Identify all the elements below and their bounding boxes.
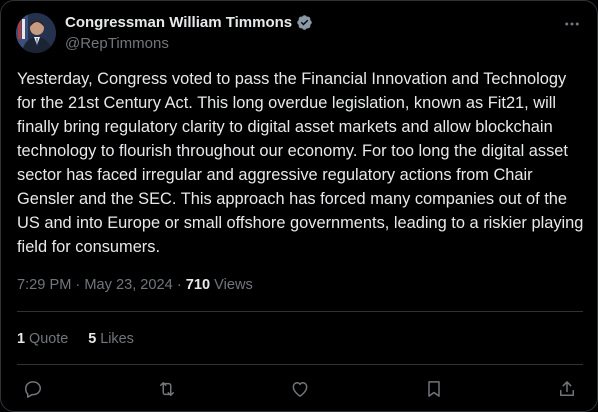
author-name-text[interactable]: Congressman William Timmons	[65, 14, 292, 31]
tweet-text: Yesterday, Congress voted to pass the Fi…	[17, 70, 584, 256]
tweet-card: Congressman William Timmons @RepTimmons …	[0, 0, 598, 412]
reply-icon[interactable]	[21, 377, 45, 401]
avatar[interactable]	[16, 13, 56, 53]
author-name[interactable]: Congressman William Timmons	[65, 14, 313, 31]
meta-separator: ·	[172, 277, 186, 293]
tweet-meta: 7:29 PM · May 23, 2024 · 710 Views	[17, 277, 253, 293]
quotes-count: 1	[17, 331, 26, 347]
meta-separator: ·	[71, 277, 85, 293]
more-options-icon[interactable]	[561, 13, 583, 35]
tweet-date[interactable]: May 23, 2024	[84, 277, 172, 293]
retweet-icon[interactable]	[155, 377, 179, 401]
divider	[17, 364, 583, 365]
quotes-label: Quote	[25, 331, 69, 347]
avatar-image	[16, 13, 56, 53]
likes-stat[interactable]: 5 Likes	[88, 331, 134, 347]
share-icon[interactable]	[555, 377, 579, 401]
engagement-stats: 1 Quote 5 Likes	[17, 331, 134, 347]
verified-badge-icon[interactable]	[296, 14, 313, 31]
views-label: Views	[210, 277, 253, 293]
tweet-time[interactable]: 7:29 PM	[17, 277, 71, 293]
divider	[17, 311, 583, 312]
quotes-stat[interactable]: 1 Quote	[17, 331, 68, 347]
action-bar	[1, 377, 598, 401]
heart-icon[interactable]	[288, 377, 312, 401]
bookmark-icon[interactable]	[422, 377, 446, 401]
likes-label: Likes	[96, 331, 134, 347]
author-handle[interactable]: @RepTimmons	[65, 35, 169, 52]
views-count: 710	[185, 277, 211, 293]
